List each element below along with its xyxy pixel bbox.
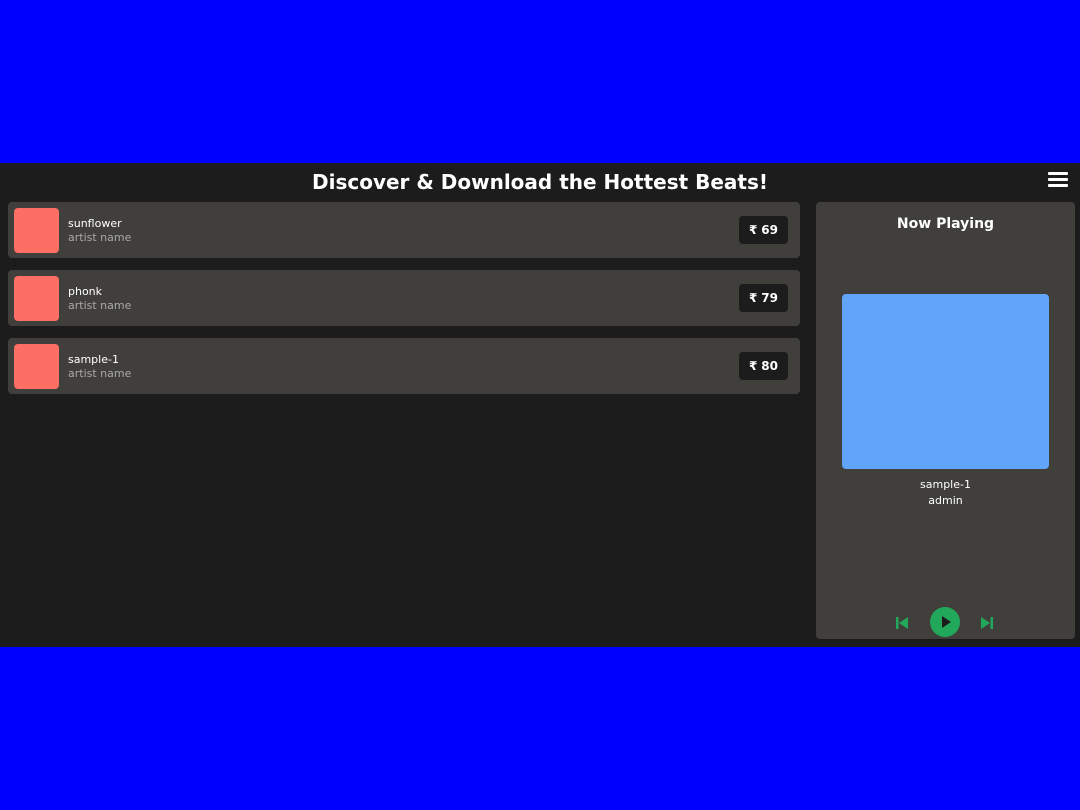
rupee-symbol: ₹: [748, 359, 758, 373]
price-value: 80: [761, 359, 778, 373]
track-item[interactable]: phonk artist name ₹ 79: [8, 270, 800, 326]
rupee-symbol: ₹: [748, 291, 758, 305]
track-title: phonk: [68, 285, 103, 298]
next-button[interactable]: [980, 615, 994, 629]
play-icon: [942, 616, 951, 628]
track-thumbnail: [14, 208, 59, 253]
now-playing-panel: Now Playing sample-1 admin: [816, 202, 1075, 639]
skip-previous-icon: [896, 617, 908, 629]
page-title: Discover & Download the Hottest Beats!: [311, 170, 769, 194]
track-list: sunflower artist name ₹ 69 phonk artist …: [8, 202, 800, 406]
price-button[interactable]: ₹ 69: [738, 216, 788, 244]
app-container: Discover & Download the Hottest Beats! s…: [0, 163, 1080, 647]
track-item[interactable]: sample-1 artist name ₹ 80: [8, 338, 800, 394]
track-artist: artist name: [68, 231, 132, 244]
play-button[interactable]: [930, 607, 960, 637]
header: Discover & Download the Hottest Beats!: [0, 163, 1080, 201]
track-artist: artist name: [68, 299, 132, 312]
price-button[interactable]: ₹ 80: [738, 352, 788, 380]
now-playing-artist: admin: [928, 494, 963, 507]
now-playing-track-title: sample-1: [920, 478, 971, 491]
now-playing-heading: Now Playing: [896, 216, 995, 232]
track-artist: artist name: [68, 367, 132, 380]
rupee-symbol: ₹: [748, 223, 758, 237]
previous-button[interactable]: [895, 615, 909, 629]
menu-button[interactable]: [1046, 170, 1070, 190]
skip-next-icon: [981, 617, 993, 629]
album-art: [842, 294, 1049, 469]
track-title: sunflower: [68, 217, 122, 230]
track-thumbnail: [14, 276, 59, 321]
price-value: 69: [761, 223, 778, 237]
price-button[interactable]: ₹ 79: [738, 284, 788, 312]
track-title: sample-1: [68, 353, 119, 366]
track-item[interactable]: sunflower artist name ₹ 69: [8, 202, 800, 258]
playback-controls: [816, 607, 1075, 637]
price-value: 79: [761, 291, 778, 305]
track-thumbnail: [14, 344, 59, 389]
